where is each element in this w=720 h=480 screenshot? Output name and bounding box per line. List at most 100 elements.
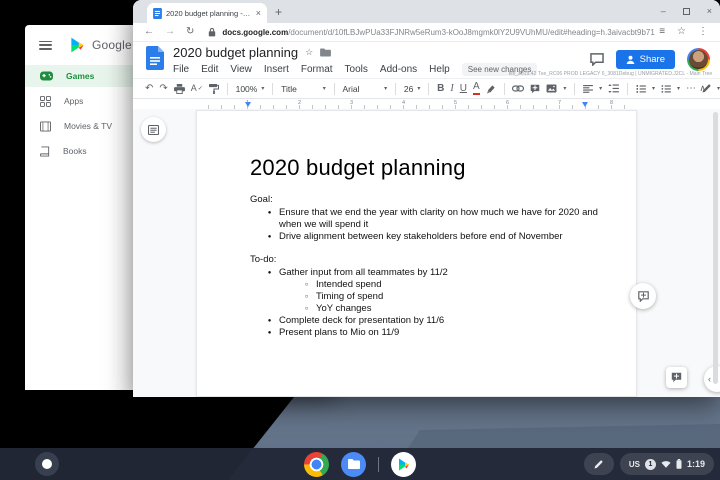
share-button[interactable]: Share bbox=[616, 50, 675, 69]
omnibox-actions: ≡ ☆ ⋮ bbox=[659, 27, 708, 37]
browser-menu-icon[interactable]: ⋮ bbox=[698, 27, 708, 37]
wifi-icon bbox=[661, 460, 671, 468]
bold-icon[interactable]: B bbox=[437, 84, 444, 94]
share-person-icon bbox=[626, 55, 635, 64]
bullet-icon: ● bbox=[260, 207, 279, 231]
image-dropdown-icon[interactable]: ▾ bbox=[563, 85, 566, 92]
underline-icon[interactable]: U bbox=[460, 84, 467, 94]
battery-icon bbox=[676, 459, 682, 469]
add-comment-icon[interactable] bbox=[530, 84, 540, 94]
indent-marker[interactable] bbox=[245, 102, 251, 107]
insert-link-icon[interactable] bbox=[512, 85, 524, 92]
docs-version-text: kix_2019.42 Tue_RC06 PROD LEGACY 6_3081D… bbox=[509, 71, 712, 76]
bookmark-star-icon[interactable]: ☆ bbox=[677, 27, 686, 37]
paragraph-style-select[interactable]: Title▾ bbox=[281, 84, 326, 94]
bulleted-list-dropdown-icon[interactable]: ▾ bbox=[677, 85, 680, 92]
stylus-tools-button[interactable] bbox=[584, 453, 614, 475]
zoom-select[interactable]: 100%▾ bbox=[236, 84, 265, 94]
scrollbar[interactable] bbox=[713, 112, 718, 384]
hollow-bullet-icon: ○ bbox=[297, 303, 316, 315]
insert-image-icon[interactable] bbox=[546, 84, 557, 93]
reading-list-icon[interactable]: ≡ bbox=[659, 27, 665, 37]
system-tray[interactable]: US 1 1:19 bbox=[620, 453, 714, 475]
bulleted-list-icon[interactable] bbox=[661, 85, 671, 93]
menu-file[interactable]: File bbox=[173, 64, 189, 75]
lock-icon[interactable] bbox=[208, 27, 216, 37]
menu-help[interactable]: Help bbox=[429, 64, 450, 75]
forward-icon[interactable]: → bbox=[165, 27, 175, 37]
doc-title[interactable]: 2020 budget planning bbox=[173, 45, 298, 60]
right-indent-marker[interactable] bbox=[582, 102, 588, 107]
font-size-select[interactable]: 26▾ bbox=[404, 84, 420, 94]
chrome-app-icon[interactable] bbox=[304, 452, 329, 477]
bullet-item[interactable]: ● Complete deck for presentation by 11/6 bbox=[260, 315, 600, 327]
redo-icon[interactable]: ↷ bbox=[159, 84, 167, 94]
docs-app-icon[interactable] bbox=[146, 46, 164, 70]
align-dropdown-icon[interactable]: ▾ bbox=[599, 85, 602, 92]
account-avatar[interactable] bbox=[687, 48, 710, 71]
close-button[interactable]: × bbox=[707, 7, 712, 16]
menu-addons[interactable]: Add-ons bbox=[380, 64, 417, 75]
bullet-item[interactable]: ● Gather input from all teammates by 11/… bbox=[260, 267, 600, 279]
spellcheck-icon[interactable]: A✓ bbox=[191, 84, 203, 93]
bullet-item[interactable]: ● Present plans to Mio on 11/9 bbox=[260, 327, 600, 339]
print-icon[interactable] bbox=[174, 84, 185, 94]
browser-window: 2020 budget planning - Google D × + – × … bbox=[133, 0, 720, 397]
bullet-item[interactable]: ● Ensure that we end the year with clari… bbox=[260, 207, 600, 231]
margin-comment-button[interactable] bbox=[630, 283, 656, 309]
numbered-list-icon[interactable] bbox=[636, 85, 646, 93]
document-page[interactable]: 2020 budget planning Goal: ● Ensure that… bbox=[196, 110, 637, 397]
move-folder-icon[interactable] bbox=[320, 48, 331, 57]
paint-format-icon[interactable] bbox=[209, 84, 219, 94]
document-heading[interactable]: 2020 budget planning bbox=[250, 155, 600, 181]
bullet-icon: ● bbox=[260, 327, 279, 339]
clock: 1:19 bbox=[687, 459, 705, 469]
files-app-icon[interactable] bbox=[341, 452, 366, 477]
maximize-button[interactable] bbox=[683, 8, 690, 15]
align-icon[interactable] bbox=[583, 85, 593, 93]
play-nav-label: Books bbox=[63, 146, 87, 156]
browser-tab[interactable]: 2020 budget planning - Google D × bbox=[147, 3, 267, 23]
hamburger-menu-icon[interactable] bbox=[39, 41, 52, 50]
ruler-ticks: 1 2 3 4 5 6 7 8 bbox=[196, 100, 637, 109]
play-store-app-icon[interactable] bbox=[391, 452, 416, 477]
section-label[interactable]: Goal: bbox=[250, 194, 600, 206]
line-spacing-icon[interactable] bbox=[608, 84, 619, 93]
bullet-icon: ● bbox=[260, 315, 279, 327]
back-icon[interactable]: ← bbox=[144, 27, 154, 37]
movies-tv-icon bbox=[40, 121, 51, 132]
explore-button[interactable] bbox=[666, 367, 687, 388]
reload-icon[interactable]: ↻ bbox=[186, 27, 194, 37]
undo-icon[interactable]: ↶ bbox=[145, 84, 153, 94]
comment-history-icon[interactable] bbox=[590, 53, 604, 66]
sub-bullet-item[interactable]: ○ Intended spend bbox=[297, 279, 600, 291]
launcher-button[interactable] bbox=[35, 452, 59, 476]
menu-edit[interactable]: Edit bbox=[201, 64, 218, 75]
new-tab-button[interactable]: + bbox=[275, 5, 282, 19]
italic-icon[interactable]: I bbox=[450, 84, 453, 94]
sub-bullet-item[interactable]: ○ YoY changes bbox=[297, 303, 600, 315]
play-nav-label: Apps bbox=[64, 96, 83, 106]
show-outline-button[interactable] bbox=[141, 117, 166, 142]
text-color-icon[interactable]: A bbox=[473, 82, 480, 95]
menu-view[interactable]: View bbox=[230, 64, 252, 75]
minimize-button[interactable]: – bbox=[661, 7, 666, 16]
docs-header: 2020 budget planning ☆ File Edit View In… bbox=[133, 42, 720, 78]
star-doc-icon[interactable]: ☆ bbox=[305, 47, 313, 58]
menu-insert[interactable]: Insert bbox=[264, 64, 289, 75]
tab-close-icon[interactable]: × bbox=[256, 9, 261, 18]
highlight-icon[interactable] bbox=[486, 84, 496, 94]
sub-bullet-item[interactable]: ○ Timing of spend bbox=[297, 291, 600, 303]
window-controls: – × bbox=[661, 0, 712, 23]
font-select[interactable]: Arial▾ bbox=[343, 84, 388, 94]
menu-tools[interactable]: Tools bbox=[345, 64, 368, 75]
url-bar[interactable]: docs.google.com/document/d/10fLBJwPUa33F… bbox=[222, 28, 659, 37]
numbered-list-dropdown-icon[interactable]: ▾ bbox=[652, 85, 655, 92]
bullet-item[interactable]: ● Drive alignment between key stakeholde… bbox=[260, 231, 600, 243]
section-label[interactable]: To-do: bbox=[250, 254, 600, 266]
menu-format[interactable]: Format bbox=[301, 64, 333, 75]
collapse-toolbar-icon[interactable]: ∧ bbox=[699, 83, 706, 94]
document-canvas: 2020 budget planning Goal: ● Ensure that… bbox=[133, 109, 720, 397]
more-options-icon[interactable]: ⋯ bbox=[686, 84, 696, 94]
docs-header-actions: Share bbox=[590, 48, 710, 71]
